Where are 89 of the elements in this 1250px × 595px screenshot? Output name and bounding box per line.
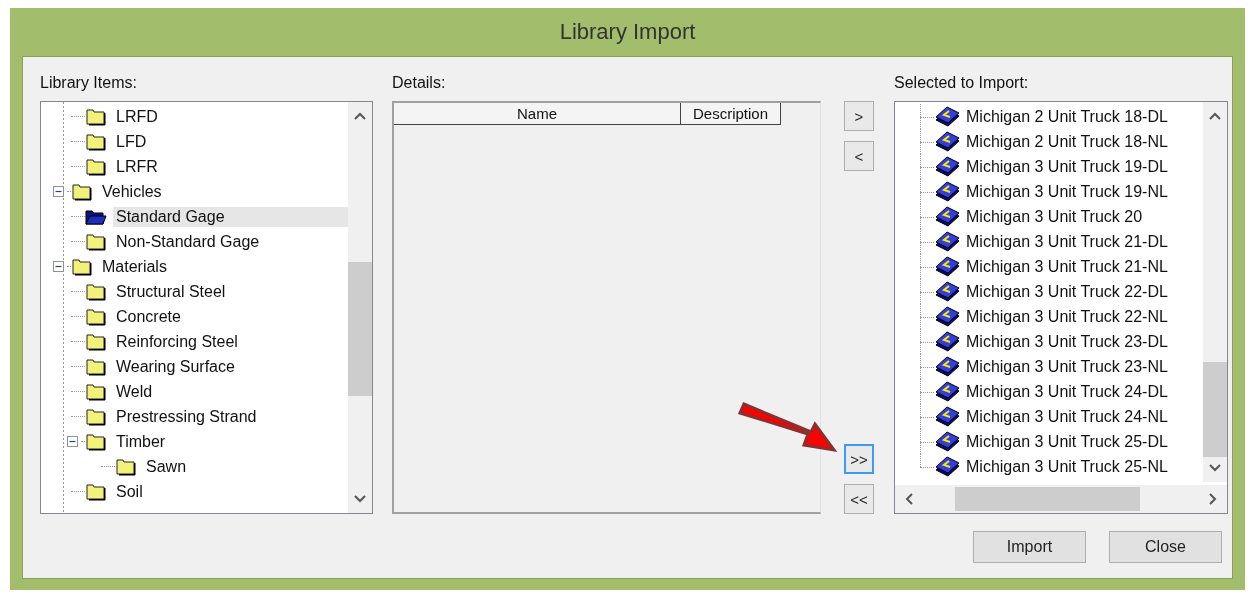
tree-item[interactable]: Soil [113, 481, 146, 502]
folder-icon [85, 307, 107, 326]
folder-icon [85, 157, 107, 176]
tree-item[interactable]: Reinforcing Steel [113, 331, 241, 352]
folder-icon [85, 432, 107, 451]
book-icon [934, 455, 960, 478]
selected-to-import-label: Selected to Import: [894, 74, 1030, 93]
folder-icon [85, 232, 107, 251]
import-item[interactable]: Michigan 3 Unit Truck 25-NL [966, 457, 1168, 476]
scrollbar-thumb[interactable] [1203, 362, 1227, 457]
import-item[interactable]: Michigan 3 Unit Truck 21-DL [966, 232, 1168, 251]
collapse-icon[interactable] [53, 186, 64, 197]
tree-item[interactable]: LRFD [113, 106, 161, 127]
book-icon [934, 155, 960, 178]
book-icon [934, 105, 960, 128]
scroll-down-icon[interactable] [1209, 464, 1221, 472]
scrollbar-thumb[interactable] [955, 487, 1140, 511]
import-item[interactable]: Michigan 3 Unit Truck 22-DL [966, 282, 1168, 301]
tree-item[interactable]: Weld [113, 381, 156, 402]
book-icon [934, 355, 960, 378]
tree-item[interactable]: Prestressing Strand [113, 406, 260, 427]
import-item[interactable]: Michigan 3 Unit Truck 23-DL [966, 332, 1168, 351]
tree-item[interactable]: Sawn [143, 456, 190, 477]
folder-icon [85, 407, 107, 426]
tree-item[interactable]: LFD [113, 131, 150, 152]
tree-item[interactable]: Vehicles [99, 181, 165, 202]
tree-item[interactable]: LRFR [113, 156, 161, 177]
book-icon [934, 330, 960, 353]
import-item[interactable]: Michigan 2 Unit Truck 18-DL [966, 107, 1168, 126]
import-item[interactable]: Michigan 3 Unit Truck 19-NL [966, 182, 1168, 201]
vertical-scrollbar[interactable] [348, 102, 372, 513]
horizontal-scrollbar[interactable] [895, 485, 1227, 513]
folder-icon [85, 482, 107, 501]
transfer-button[interactable]: << [844, 484, 874, 514]
folder-icon [115, 457, 137, 476]
tree-item[interactable]: Materials [99, 256, 170, 277]
tree-item[interactable]: Structural Steel [113, 281, 229, 302]
column-header[interactable]: Description [681, 103, 781, 125]
tree-item[interactable]: Timber [113, 431, 169, 452]
folder-icon [85, 382, 107, 401]
book-icon [934, 205, 960, 228]
tree-item[interactable]: Non-Standard Gage [113, 231, 263, 252]
book-icon [934, 255, 960, 278]
column-header[interactable]: Name [394, 103, 681, 125]
folder-icon [85, 132, 107, 151]
collapse-icon[interactable] [67, 436, 78, 447]
folder-icon [85, 282, 107, 301]
book-icon [934, 230, 960, 253]
book-icon [934, 180, 960, 203]
book-icon [934, 380, 960, 403]
tree-item[interactable]: Standard Gage [113, 206, 348, 227]
import-item[interactable]: Michigan 3 Unit Truck 23-NL [966, 357, 1168, 376]
details-label: Details: [392, 74, 447, 93]
import-item[interactable]: Michigan 3 Unit Truck 22-NL [966, 307, 1168, 326]
scroll-left-icon[interactable] [905, 493, 913, 505]
scroll-up-icon[interactable] [354, 112, 366, 120]
book-icon [934, 430, 960, 453]
collapse-icon[interactable] [53, 261, 64, 272]
import-item[interactable]: Michigan 3 Unit Truck 24-DL [966, 382, 1168, 401]
import-item[interactable]: Michigan 3 Unit Truck 21-NL [966, 257, 1168, 276]
tree-item[interactable]: Wearing Surface [113, 356, 238, 377]
folder-icon [85, 357, 107, 376]
import-item[interactable]: Michigan 3 Unit Truck 20 [966, 207, 1143, 226]
import-item[interactable]: Michigan 3 Unit Truck 24-NL [966, 407, 1168, 426]
folder-icon [85, 107, 107, 126]
import-item[interactable]: Michigan 3 Unit Truck 25-DL [966, 432, 1168, 451]
book-icon [934, 305, 960, 328]
vertical-scrollbar[interactable] [1203, 102, 1227, 482]
close-button[interactable]: Close [1109, 531, 1222, 563]
window-title: Library Import [559, 19, 696, 45]
book-icon [934, 405, 960, 428]
transfer-button[interactable]: >> [844, 444, 874, 474]
open-folder-icon [85, 207, 107, 226]
folder-icon [71, 257, 93, 276]
import-item[interactable]: Michigan 2 Unit Truck 18-NL [966, 132, 1168, 151]
scroll-down-icon[interactable] [354, 495, 366, 503]
tree-item[interactable]: Concrete [113, 306, 184, 327]
folder-icon [71, 182, 93, 201]
book-icon [934, 280, 960, 303]
transfer-button[interactable]: > [844, 101, 874, 131]
book-icon [934, 130, 960, 153]
scroll-right-icon[interactable] [1209, 493, 1217, 505]
import-item[interactable]: Michigan 3 Unit Truck 19-DL [966, 157, 1168, 176]
folder-icon [85, 332, 107, 351]
scroll-up-icon[interactable] [1209, 112, 1221, 120]
library-items-label: Library Items: [40, 74, 138, 93]
scrollbar-thumb[interactable] [348, 262, 372, 396]
transfer-button[interactable]: < [844, 141, 874, 171]
import-button[interactable]: Import [973, 531, 1086, 563]
